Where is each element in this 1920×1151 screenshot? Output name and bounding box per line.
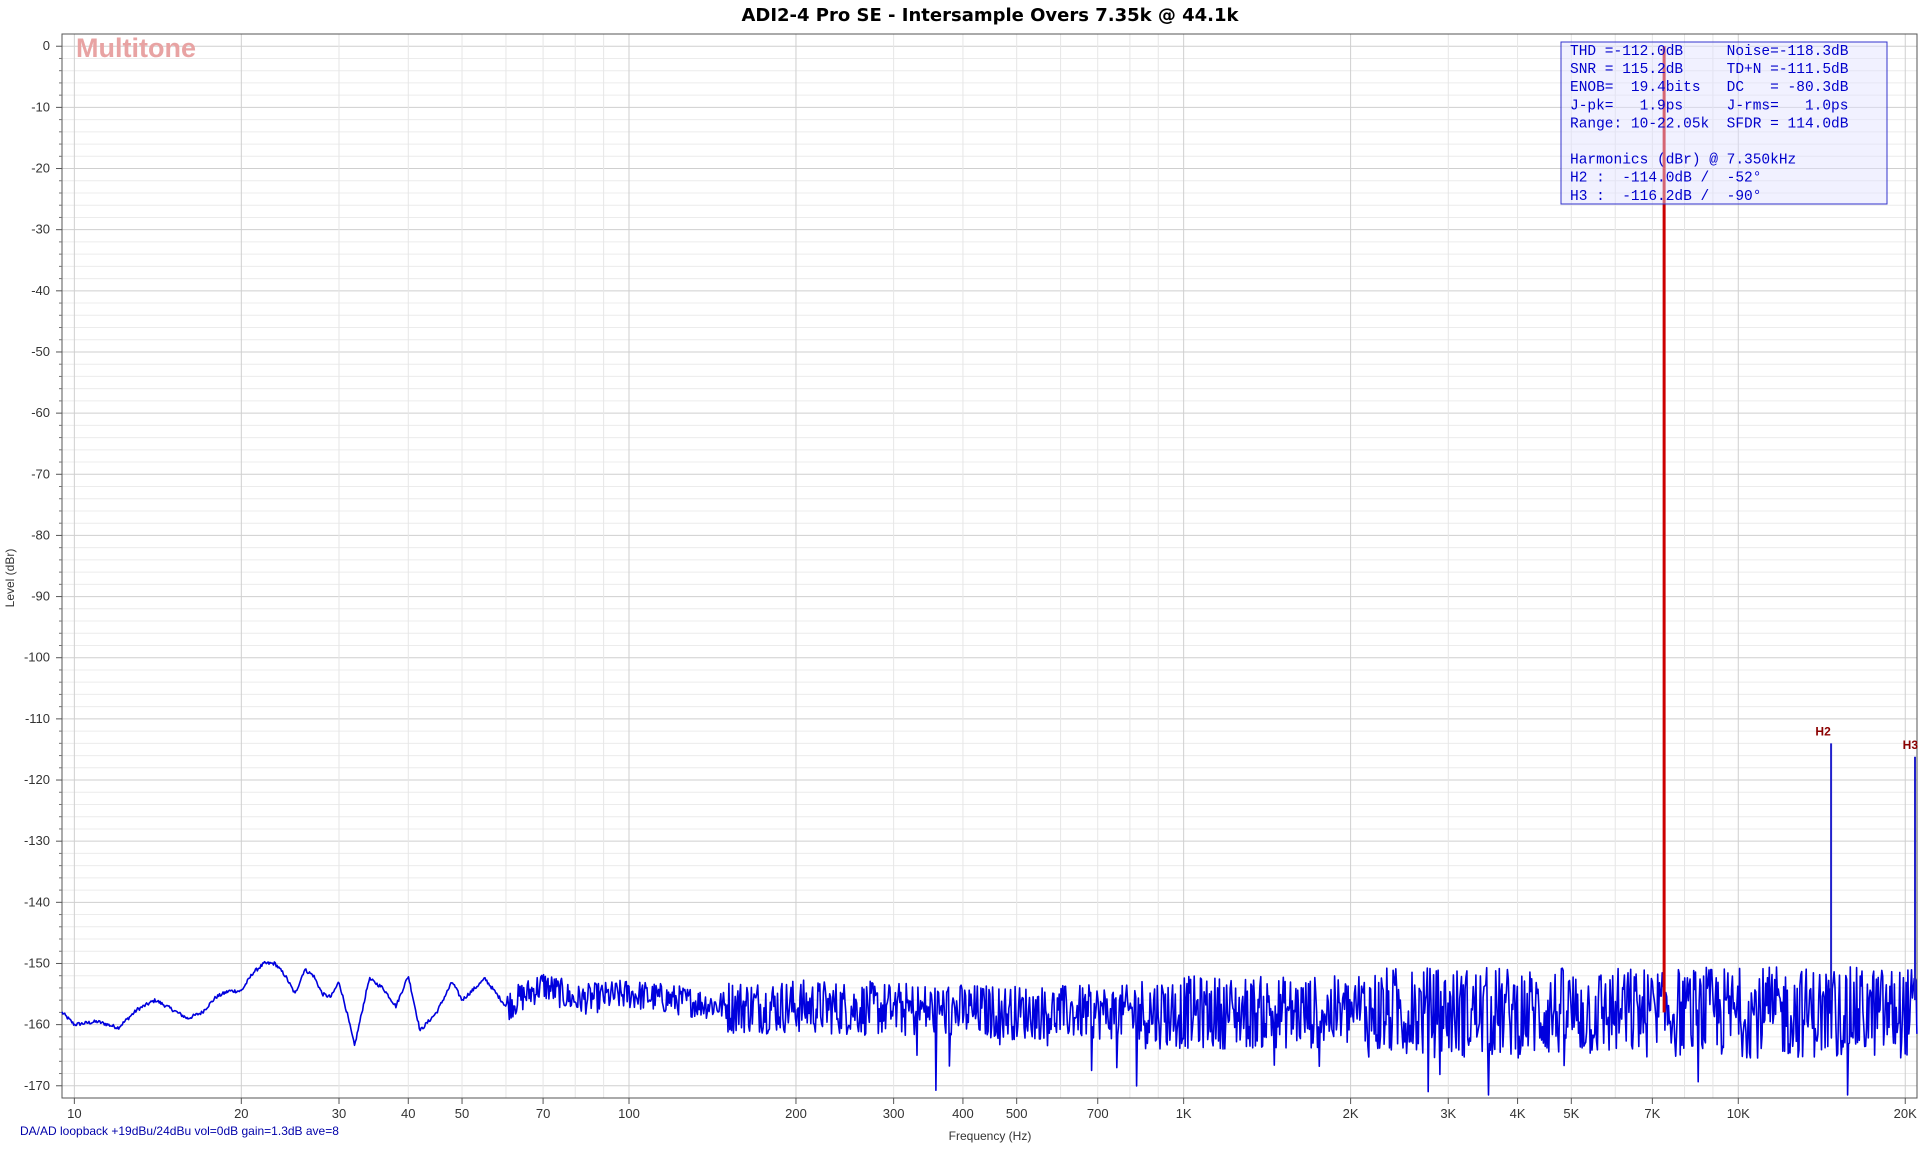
x-tick-label: 40 [401, 1106, 415, 1121]
y-tick-label: -110 [25, 711, 50, 726]
spectrum-chart: ADI2-4 Pro SE - Intersample Overs 7.35k … [0, 0, 1920, 1151]
x-tick-label: 50 [455, 1106, 469, 1121]
y-tick-label: -20 [31, 161, 50, 176]
y-tick-label: -140 [24, 894, 50, 909]
footer-note: DA/AD loopback +19dBu/24dBu vol=0dB gain… [20, 1124, 339, 1138]
x-tick-label: 70 [536, 1106, 550, 1121]
stats-line: J-pk= 1.9ps J-rms= 1.0ps [1570, 98, 1848, 114]
y-tick-label: -70 [31, 466, 50, 481]
stats-line: SNR = 115.2dB TD+N =-111.5dB [1570, 62, 1849, 78]
y-tick-label: -50 [31, 344, 50, 359]
stats-line: H3 : -116.2dB / -90° [1570, 189, 1761, 205]
stats-box: THD =-112.0dB Noise=-118.3dB SNR = 115.2d… [1560, 41, 1888, 205]
x-tick-label: 20K [1894, 1106, 1917, 1121]
stats-line: ENOB= 19.4bits DC = -80.3dB [1570, 80, 1849, 96]
stats-line: Harmonics (dBr) @ 7.350kHz [1570, 153, 1796, 169]
y-tick-label: -30 [31, 222, 50, 237]
x-tick-label: 200 [785, 1106, 807, 1121]
x-tick-label: 7K [1644, 1106, 1660, 1121]
stats-line: THD =-112.0dB Noise=-118.3dB [1570, 44, 1849, 60]
y-tick-label: -120 [24, 772, 50, 787]
x-tick-label: 3K [1440, 1106, 1456, 1121]
y-tick-label: -170 [24, 1078, 50, 1093]
y-tick-label: -90 [31, 589, 50, 604]
x-tick-label: 300 [883, 1106, 905, 1121]
y-tick-label: -160 [24, 1017, 50, 1032]
y-tick-label: -150 [24, 955, 50, 970]
stats-line: H2 : -114.0dB / -52° [1570, 171, 1761, 187]
harmonic-label-h2: H2 [1815, 724, 1831, 738]
y-tick-label: -100 [24, 650, 50, 665]
y-tick-label: 0 [43, 38, 50, 53]
x-tick-label: 10 [67, 1106, 81, 1121]
x-tick-label: 700 [1087, 1106, 1109, 1121]
x-tick-label: 20 [234, 1106, 248, 1121]
x-tick-label: 10K [1727, 1106, 1750, 1121]
y-tick-label: -10 [31, 99, 50, 114]
x-tick-label: 1K [1176, 1106, 1192, 1121]
x-tick-label: 30 [332, 1106, 346, 1121]
harmonic-label-h3: H3 [1903, 738, 1919, 752]
x-axis-label: Frequency (Hz) [949, 1129, 1032, 1143]
y-tick-label: -130 [24, 833, 50, 848]
y-tick-label: -60 [31, 405, 50, 420]
x-tick-label: 2K [1343, 1106, 1359, 1121]
y-tick-label: -80 [31, 527, 50, 542]
y-axis-label: Level (dBr) [3, 549, 17, 608]
stats-line: Range: 10-22.05k SFDR = 114.0dB [1570, 116, 1849, 132]
x-tick-label: 5K [1563, 1106, 1579, 1121]
x-tick-label: 4K [1510, 1106, 1526, 1121]
x-tick-label: 400 [952, 1106, 974, 1121]
watermark-multitone: Multitone [76, 33, 196, 63]
y-tick-label: -40 [31, 283, 50, 298]
x-tick-label: 500 [1006, 1106, 1028, 1121]
x-tick-label: 100 [618, 1106, 640, 1121]
chart-title: ADI2-4 Pro SE - Intersample Overs 7.35k … [741, 5, 1239, 26]
